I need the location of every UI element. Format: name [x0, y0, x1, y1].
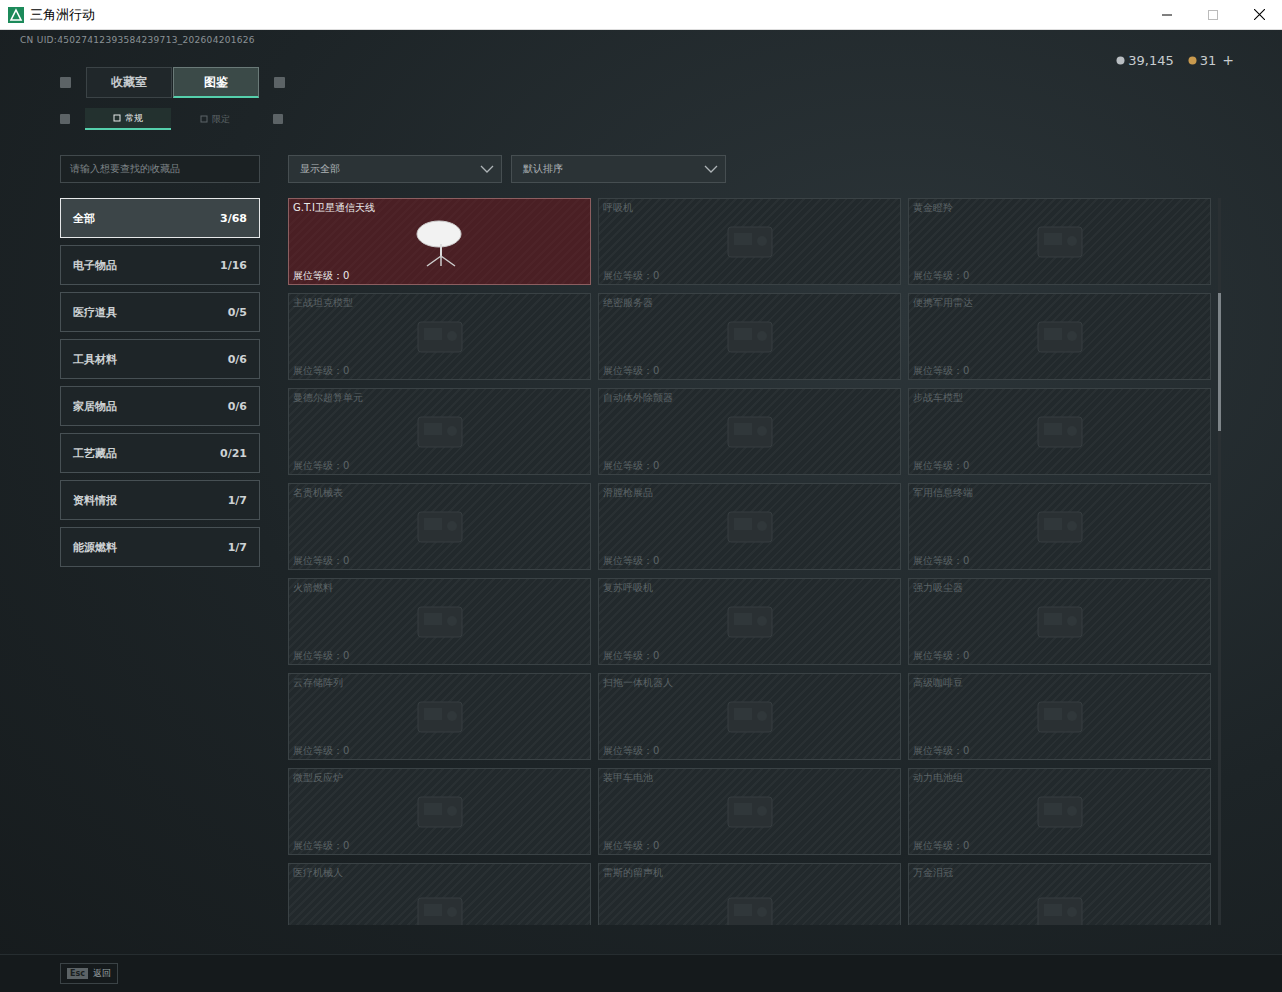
category-item[interactable]: 能源燃料1/7 — [60, 527, 260, 567]
item-card[interactable]: 自动体外除颤器展位等级：0 — [598, 388, 901, 475]
item-card[interactable]: 滑膛枪展品展位等级：0 — [598, 483, 901, 570]
item-card[interactable]: 便携军用雷达展位等级：0 — [908, 293, 1211, 380]
currency-item: 31 — [1188, 53, 1217, 68]
category-item[interactable]: 医疗道具0/5 — [60, 292, 260, 332]
minimize-button[interactable] — [1144, 0, 1190, 29]
item-silhouette-icon — [410, 409, 470, 455]
category-item[interactable]: 家居物品0/6 — [60, 386, 260, 426]
item-card[interactable]: 高级咖啡豆展位等级：0 — [908, 673, 1211, 760]
item-silhouette-icon — [1030, 314, 1090, 360]
sub-tab[interactable]: 常规 — [85, 108, 171, 130]
item-silhouette-icon — [1030, 219, 1090, 265]
filter-dropdown[interactable]: 默认排序 — [511, 155, 726, 183]
uid-label: CN UID:45027412393584239713_202604201626 — [20, 30, 285, 46]
item-silhouette-icon — [1030, 694, 1090, 740]
item-card[interactable]: 呼吸机展位等级：0 — [598, 198, 901, 285]
item-silhouette-icon — [1030, 890, 1090, 925]
item-card[interactable]: 装甲车电池展位等级：0 — [598, 768, 901, 855]
item-card[interactable]: 万金泪冠 — [908, 863, 1211, 925]
scrollbar-thumb[interactable] — [1218, 293, 1221, 431]
item-card[interactable]: 绝密服务器展位等级：0 — [598, 293, 901, 380]
item-card[interactable]: 军用信息终端展位等级：0 — [908, 483, 1211, 570]
item-card[interactable]: 复苏呼吸机展位等级：0 — [598, 578, 901, 665]
back-button[interactable]: Esc返回 — [60, 963, 118, 984]
item-silhouette-icon — [410, 694, 470, 740]
coin-icon — [1188, 56, 1197, 65]
item-silhouette-icon — [1030, 409, 1090, 455]
delta-logo-icon — [8, 7, 24, 23]
category-item[interactable]: 全部3/68 — [60, 198, 260, 238]
item-card[interactable]: 微型反应炉展位等级：0 — [288, 768, 591, 855]
maximize-icon — [1208, 10, 1218, 20]
filter-dropdown[interactable]: 显示全部 — [288, 155, 502, 183]
item-silhouette-icon — [410, 314, 470, 360]
key-hint-icon — [60, 77, 71, 88]
key-hint-icon — [60, 114, 70, 124]
category-item[interactable]: 资料情报1/7 — [60, 480, 260, 520]
item-silhouette-icon — [1030, 599, 1090, 645]
category-item[interactable]: 电子物品1/16 — [60, 245, 260, 285]
close-button[interactable] — [1236, 0, 1282, 29]
chevron-down-icon — [704, 165, 718, 173]
item-silhouette-icon — [720, 789, 780, 835]
currency-item: 39,145 — [1116, 53, 1174, 68]
search-field[interactable]: 请输入想要查找的收藏品 — [60, 155, 260, 183]
sub-tab[interactable]: 限定 — [172, 108, 258, 130]
item-card[interactable]: 动力电池组展位等级：0 — [908, 768, 1211, 855]
item-silhouette-icon — [410, 504, 470, 550]
item-card[interactable]: 云存储阵列展位等级：0 — [288, 673, 591, 760]
item-card[interactable]: 黄金瞪羚展位等级：0 — [908, 198, 1211, 285]
item-card[interactable]: 医疗机械人 — [288, 863, 591, 925]
item-grid: G.T.I卫星通信天线展位等级：0呼吸机展位等级：0黄金瞪羚展位等级：0 主战坦克… — [288, 198, 1212, 925]
item-card[interactable]: 火箭燃料展位等级：0 — [288, 578, 591, 665]
maximize-button[interactable] — [1190, 0, 1236, 29]
item-card[interactable]: 扫拖一体机器人展位等级：0 — [598, 673, 901, 760]
top-tab[interactable]: 图鉴 — [173, 67, 259, 98]
satellite-dish-icon — [415, 216, 465, 268]
item-silhouette-icon — [720, 314, 780, 360]
item-silhouette-icon — [720, 219, 780, 265]
item-card[interactable]: G.T.I卫星通信天线展位等级：0 — [288, 198, 591, 285]
item-silhouette-icon — [410, 599, 470, 645]
item-silhouette-icon — [720, 694, 780, 740]
bottom-bar: Esc返回 — [0, 954, 1282, 992]
category-item[interactable]: 工具材料0/6 — [60, 339, 260, 379]
item-card[interactable]: 步战车模型展位等级：0 — [908, 388, 1211, 475]
item-card[interactable]: 雷斯的留声机 — [598, 863, 901, 925]
item-silhouette-icon — [1030, 789, 1090, 835]
top-tab[interactable]: 收藏室 — [86, 67, 172, 98]
key-hint-icon — [274, 77, 285, 88]
item-silhouette-icon — [410, 890, 470, 925]
category-list: 全部3/68 电子物品1/16 医疗道具0/5 工具材料0/6 家居物品0/6 工艺藏品0… — [60, 198, 260, 925]
app-window: 三角洲行动 CN UID:45027412393584239713_2026042… — [0, 0, 1282, 992]
item-card[interactable]: 主战坦克模型展位等级：0 — [288, 293, 591, 380]
item-silhouette-icon — [720, 599, 780, 645]
scrollbar[interactable] — [1218, 198, 1221, 925]
category-item[interactable]: 工艺藏品0/21 — [60, 433, 260, 473]
add-currency-button[interactable]: + — [1222, 52, 1234, 68]
item-silhouette-icon — [410, 789, 470, 835]
item-card[interactable]: 名贵机械表展位等级：0 — [288, 483, 591, 570]
title-bar: 三角洲行动 — [0, 0, 1282, 30]
item-silhouette-icon — [720, 504, 780, 550]
window-title: 三角洲行动 — [30, 6, 95, 24]
item-silhouette-icon — [720, 409, 780, 455]
close-icon — [1254, 9, 1265, 20]
key-hint-icon — [273, 114, 283, 124]
item-silhouette-icon — [720, 890, 780, 925]
item-card[interactable]: 强力吸尘器展位等级：0 — [908, 578, 1211, 665]
game-screen: CN UID:45027412393584239713_202604201626… — [0, 30, 1282, 992]
item-silhouette-icon — [1030, 504, 1090, 550]
coin-icon — [1116, 56, 1125, 65]
currency-bar: 39,145 31 + — [1116, 30, 1282, 68]
minimize-icon — [1162, 10, 1172, 20]
category-icon — [200, 115, 208, 123]
chevron-down-icon — [480, 165, 494, 173]
item-card[interactable]: 曼德尔超算单元展位等级：0 — [288, 388, 591, 475]
category-icon — [113, 114, 121, 122]
